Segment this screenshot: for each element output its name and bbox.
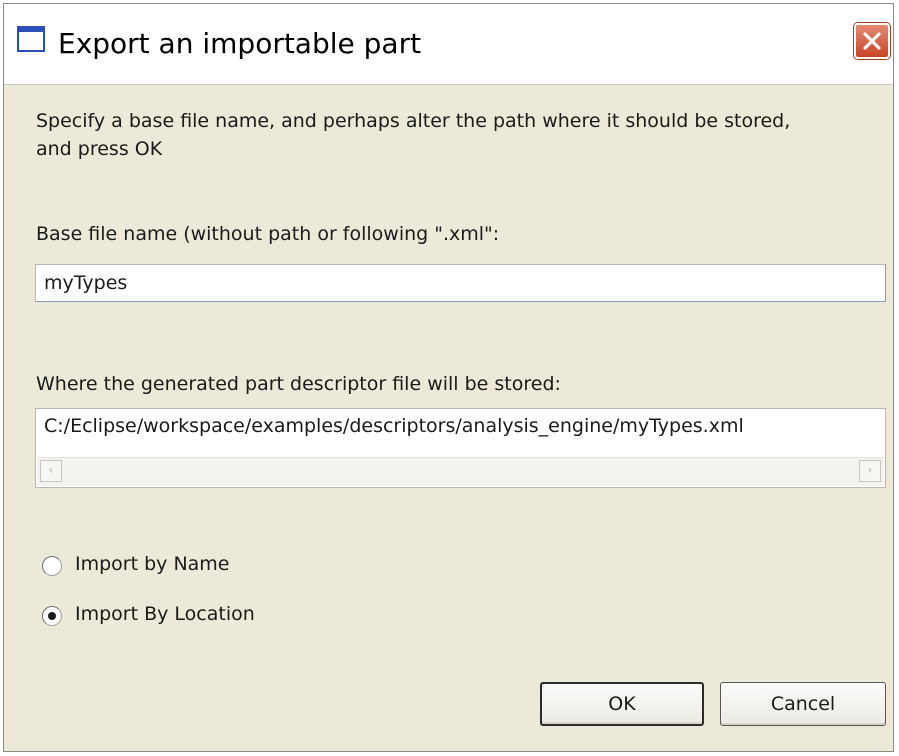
base-file-name-input[interactable] xyxy=(35,264,886,302)
export-dialog: Export an importable part Specify a base… xyxy=(3,3,894,752)
instruction-line-2: and press OK xyxy=(36,138,163,160)
cancel-button[interactable]: Cancel xyxy=(720,682,886,726)
scroll-left-arrow-icon[interactable]: ‹ xyxy=(40,460,62,482)
horizontal-scrollbar[interactable]: ‹ › xyxy=(37,457,884,486)
import-by-location-label: Import By Location xyxy=(75,603,255,625)
title-bar[interactable]: Export an importable part xyxy=(4,4,893,85)
import-by-name-radio[interactable] xyxy=(42,556,62,576)
scroll-right-arrow-icon[interactable]: › xyxy=(859,460,881,482)
instruction-line-1: Specify a base file name, and perhaps al… xyxy=(36,110,791,132)
base-file-name-label: Base file name (without path or followin… xyxy=(36,223,500,245)
window-icon xyxy=(17,26,45,52)
import-by-name-label: Import by Name xyxy=(75,553,230,575)
instruction-text: Specify a base file name, and perhaps al… xyxy=(36,107,790,163)
dialog-title: Export an importable part xyxy=(58,27,422,60)
radio-selected-dot xyxy=(48,612,56,620)
storage-path-label: Where the generated part descriptor file… xyxy=(36,373,561,395)
ok-button[interactable]: OK xyxy=(540,682,704,726)
close-icon xyxy=(863,32,881,50)
storage-path-value: C:/Eclipse/workspace/examples/descriptor… xyxy=(44,415,744,437)
import-by-location-radio[interactable] xyxy=(42,606,62,626)
close-button[interactable] xyxy=(854,23,890,59)
storage-path-field[interactable]: C:/Eclipse/workspace/examples/descriptor… xyxy=(35,408,886,488)
